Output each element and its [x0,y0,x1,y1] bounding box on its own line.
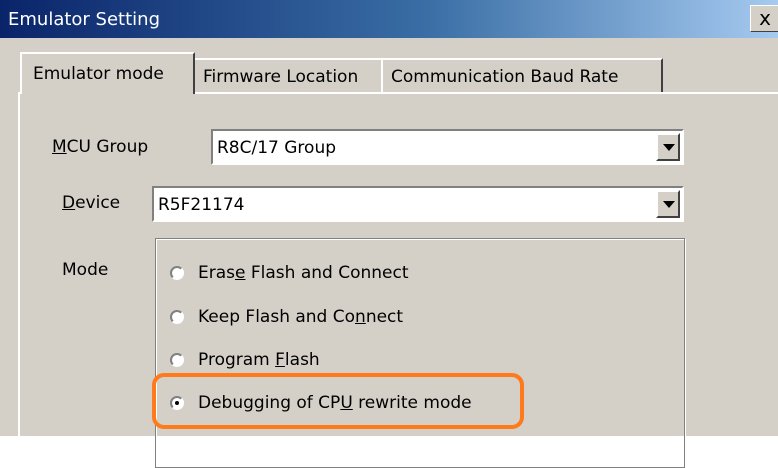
tab-communication-baud-rate[interactable]: Communication Baud Rate [381,58,663,92]
title-bar[interactable]: Emulator Setting x [0,0,778,38]
tab-firmware-location[interactable]: Firmware Location [193,58,383,92]
tab-emulator-mode[interactable]: Emulator mode [20,52,195,94]
window-title: Emulator Setting [8,9,160,30]
close-button[interactable]: x [750,5,778,32]
emulator-setting-dialog: Emulator Setting x Emulator mode Firmwar… [0,0,778,468]
tab-panel [18,92,778,452]
